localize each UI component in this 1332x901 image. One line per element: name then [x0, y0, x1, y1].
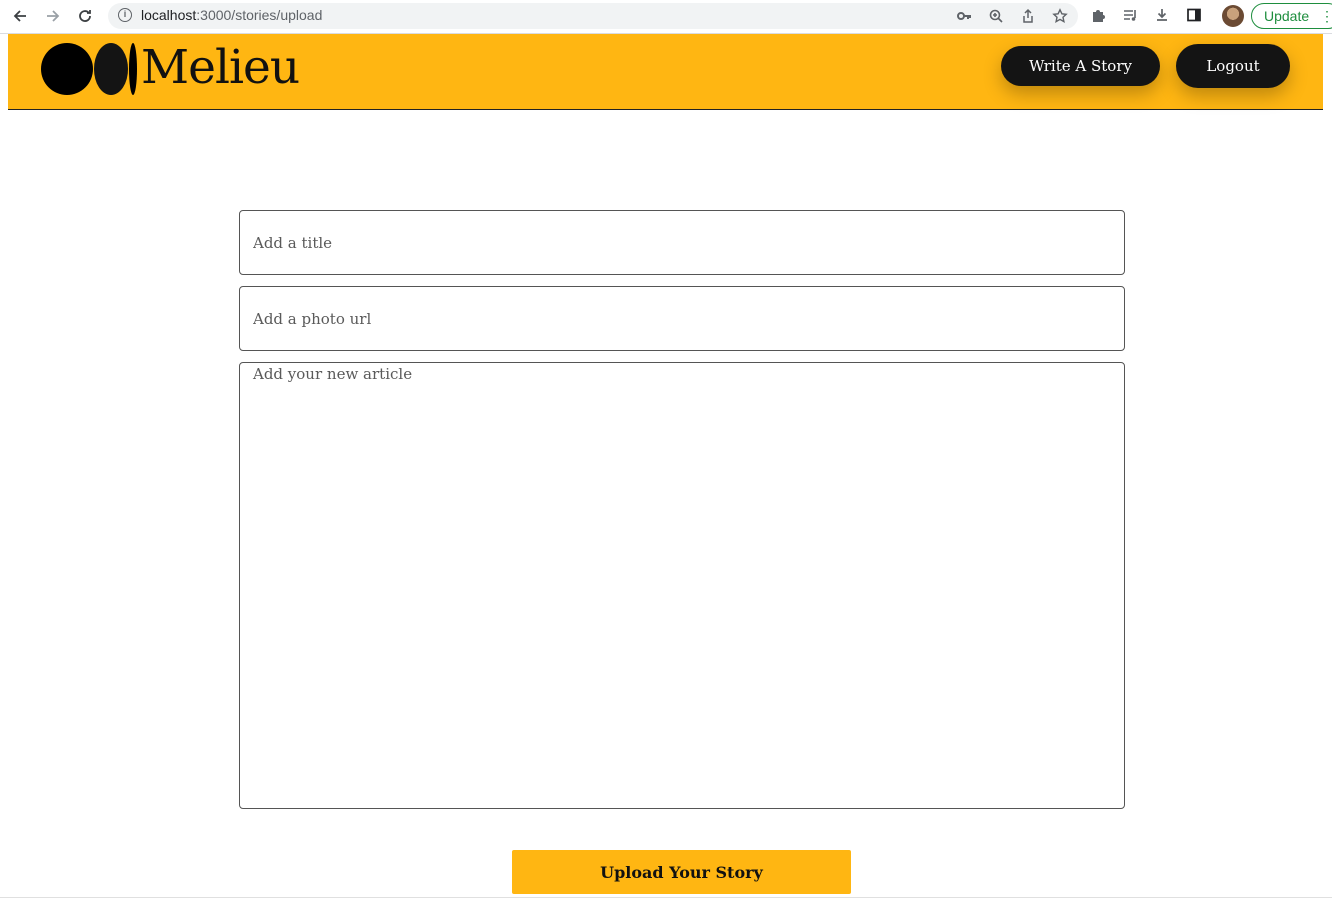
side-panel-icon[interactable] — [1184, 5, 1204, 25]
profile-avatar[interactable] — [1222, 5, 1244, 27]
logout-button[interactable]: Logout — [1176, 44, 1290, 88]
back-arrow-icon[interactable] — [8, 4, 32, 28]
brand-logo[interactable]: Melieu — [41, 40, 300, 96]
zoom-icon[interactable] — [986, 6, 1006, 26]
download-icon[interactable] — [1152, 5, 1172, 25]
logo-circles-icon — [41, 40, 141, 96]
key-icon[interactable] — [954, 6, 974, 26]
update-button[interactable]: Update ⋮ — [1251, 3, 1332, 29]
page-divider — [0, 897, 1332, 898]
write-story-button[interactable]: Write A Story — [1001, 46, 1160, 86]
upload-story-button[interactable]: Upload Your Story — [512, 850, 851, 894]
more-menu-icon[interactable]: ⋮ — [1320, 4, 1332, 28]
brand-name: Melieu — [141, 40, 300, 95]
forward-arrow-icon[interactable] — [41, 4, 65, 28]
photo-url-input[interactable] — [239, 286, 1125, 351]
media-queue-icon[interactable] — [1120, 5, 1140, 25]
info-icon[interactable]: i — [118, 8, 132, 22]
url-text: localhost:3000/stories/upload — [141, 7, 323, 23]
bookmark-star-icon[interactable] — [1050, 6, 1070, 26]
browser-toolbar: i localhost:3000/stories/upload Update ⋮ — [0, 0, 1332, 34]
article-textarea[interactable] — [239, 362, 1125, 809]
app-header: Melieu Write A Story Logout — [8, 34, 1323, 110]
title-input[interactable] — [239, 210, 1125, 275]
extensions-puzzle-icon[interactable] — [1088, 5, 1108, 25]
address-bar[interactable]: i localhost:3000/stories/upload — [108, 3, 1078, 29]
share-icon[interactable] — [1018, 6, 1038, 26]
reload-icon[interactable] — [73, 4, 97, 28]
